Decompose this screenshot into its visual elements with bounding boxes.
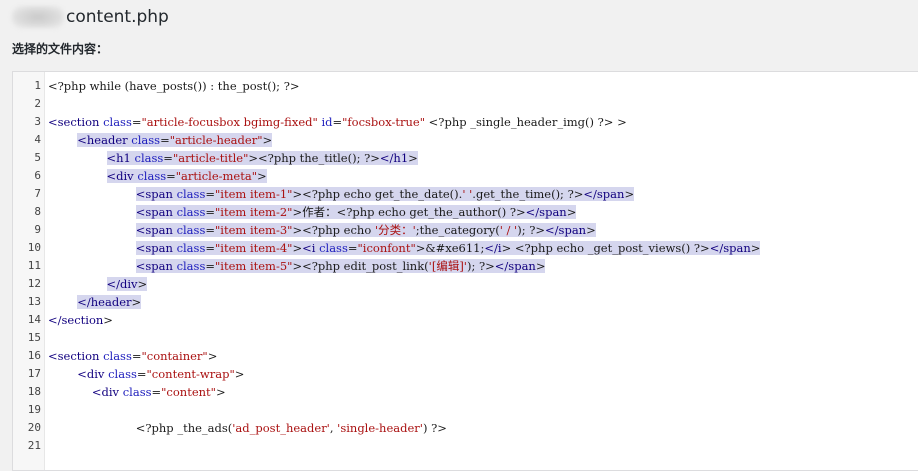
code-line[interactable]: 3 <section class="article-focusbox bgimg-… [13, 113, 918, 131]
line-number: 21 [27, 439, 41, 452]
file-name: content.php [66, 7, 169, 27]
line-number: 3 [34, 115, 41, 128]
line-number: 16 [27, 349, 41, 362]
line-number: 12 [27, 277, 41, 290]
code-text: <header class="article-header"> [77, 133, 273, 147]
code-line[interactable]: 8 <span class="item item-2">作者：<?php ech… [13, 203, 918, 221]
code-line[interactable]: 18 <div class="content"> [13, 383, 918, 401]
code-text: <div class="article-meta"> [106, 169, 267, 183]
code-text: </section> [48, 313, 113, 327]
code-line[interactable]: 5 <h1 class="article-title"><?php the_ti… [13, 149, 918, 167]
selected-file-content-label: 选择的文件内容： [12, 42, 109, 56]
code-line[interactable]: 1 <?php while (have_posts()) : the_post()… [13, 77, 918, 95]
line-number: 14 [27, 313, 41, 326]
code-line[interactable]: 7 <span class="item item-1"><?php echo g… [13, 185, 918, 203]
code-text: </header> [77, 295, 142, 309]
code-text: <section class="container"> [48, 349, 218, 363]
code-text: <span class="item item-4"><i class="icon… [135, 241, 761, 255]
code-line[interactable]: 15 [13, 329, 918, 347]
code-line[interactable]: 10 <span class="item item-4"><i class="i… [13, 239, 918, 257]
code-line[interactable]: 6 <div class="article-meta"> [13, 167, 918, 185]
code-line[interactable]: 9 <span class="item item-3"><?php echo '… [13, 221, 918, 239]
code-lines: 1 <?php while (have_posts()) : the_post()… [13, 77, 918, 455]
code-text: <div class="content"> [91, 385, 226, 399]
code-line[interactable]: 12 </div> [13, 275, 918, 293]
code-line[interactable]: 16 <section class="container"> [13, 347, 918, 365]
line-number: 7 [34, 187, 41, 200]
code-line[interactable]: 2 [13, 95, 918, 113]
code-text: <h1 class="article-title"><?php the_titl… [106, 151, 418, 165]
code-line[interactable]: 4 <header class="article-header"> [13, 131, 918, 149]
line-number: 8 [34, 205, 41, 218]
line-number: 11 [27, 259, 41, 272]
line-number: 20 [27, 421, 41, 434]
code-line[interactable]: 21 [13, 437, 918, 455]
line-number: 17 [27, 367, 41, 380]
line-number: 2 [34, 97, 41, 110]
line-number: 13 [27, 295, 41, 308]
line-number: 19 [27, 403, 41, 416]
code-text: <span class="item item-1"><?php echo get… [135, 187, 635, 201]
code-line[interactable]: 13 </header> [13, 293, 918, 311]
code-line[interactable]: 14 </section> [13, 311, 918, 329]
line-number: 5 [34, 151, 41, 164]
code-text: <?php while (have_posts()) : the_post();… [48, 79, 300, 93]
code-text: <?php _the_ads('ad_post_header', 'single… [48, 421, 447, 435]
code-text: <div class="content-wrap"> [77, 367, 245, 381]
code-line[interactable]: 19 [13, 401, 918, 419]
code-line[interactable]: 11 <span class="item item-5"><?php edit_… [13, 257, 918, 275]
line-number: 9 [34, 223, 41, 236]
file-title: content.php [12, 4, 169, 30]
line-number: 1 [34, 79, 41, 92]
line-number: 18 [27, 385, 41, 398]
line-number: 15 [27, 331, 41, 344]
code-text: <span class="item item-3"><?php echo '分类… [135, 223, 596, 237]
code-text: <section class="article-focusbox bgimg-f… [48, 115, 627, 129]
code-text: <span class="item item-5"><?php edit_pos… [135, 259, 546, 273]
code-text: </div> [106, 277, 148, 291]
code-text: <span class="item item-2">作者：<?php echo … [135, 205, 577, 219]
line-number: 6 [34, 169, 41, 182]
code-editor[interactable]: 1 <?php while (have_posts()) : the_post()… [12, 71, 918, 471]
line-number: 4 [34, 133, 41, 146]
redacted-prefix [12, 6, 64, 28]
code-line[interactable]: 20 <?php _the_ads('ad_post_header', 'sin… [13, 419, 918, 437]
code-line[interactable]: 17 <div class="content-wrap"> [13, 365, 918, 383]
line-number: 10 [27, 241, 41, 254]
